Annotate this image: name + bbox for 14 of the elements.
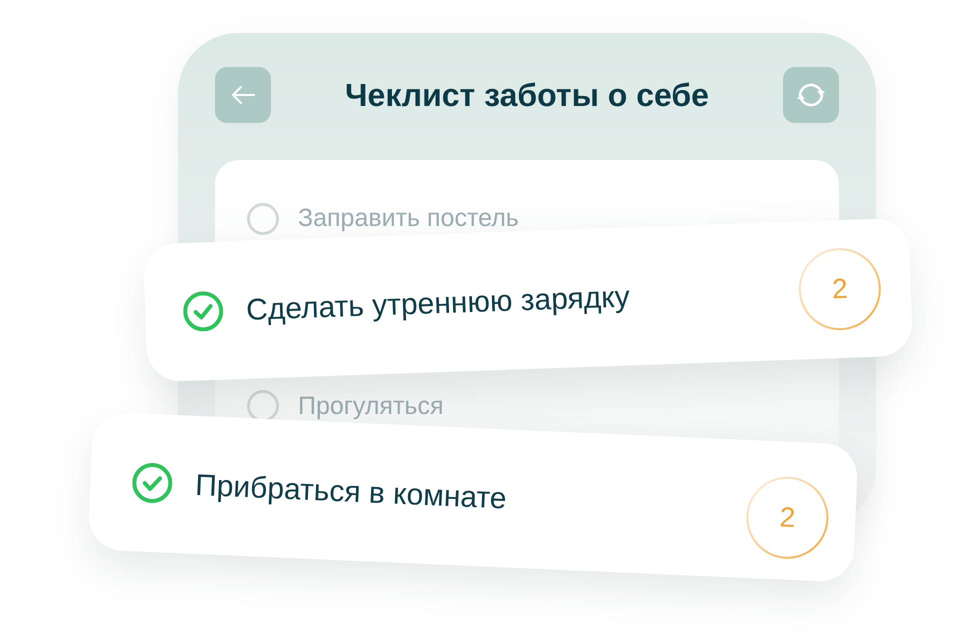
refresh-button[interactable] (783, 67, 839, 123)
checkbox[interactable] (182, 290, 224, 332)
task-label: Заправить постель (298, 203, 519, 234)
back-button[interactable] (215, 67, 271, 123)
task-label: Прибраться в комнате (194, 467, 508, 517)
task-label: Прогуляться (298, 390, 444, 422)
task-label: Сделать утреннюю зарядку (245, 278, 632, 328)
count-badge: 2 (797, 246, 882, 332)
arrow-left-icon (231, 85, 255, 105)
checkbox[interactable] (131, 462, 174, 504)
count-badge: 2 (744, 474, 830, 560)
screen-title: Чеклист заботы о себе (345, 76, 709, 115)
checkbox[interactable] (247, 202, 279, 235)
refresh-icon (795, 82, 827, 108)
